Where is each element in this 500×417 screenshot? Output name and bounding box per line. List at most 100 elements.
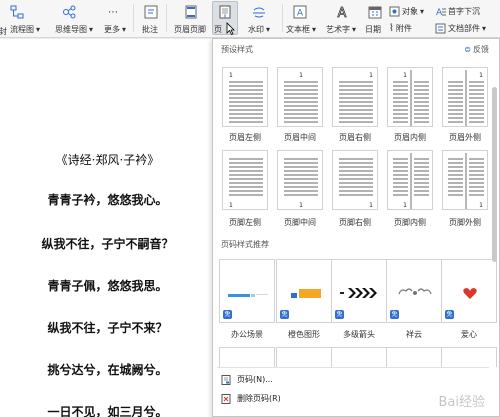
preset-header-outer[interactable]: 1 xyxy=(442,67,488,127)
chevron-down-icon: ▾ xyxy=(420,7,425,16)
cut-button[interactable]: 封 xyxy=(0,2,10,37)
preset-footer-inner[interactable]: 1 xyxy=(387,150,433,210)
preset-header-right[interactable]: 1 xyxy=(332,67,378,127)
style-more[interactable] xyxy=(331,347,387,367)
calendar-icon xyxy=(368,6,382,19)
chevron-down-icon: ▾ xyxy=(122,25,127,34)
chevron-down-icon: ▾ xyxy=(352,25,357,34)
page-number-marker: 1 xyxy=(479,202,483,209)
date-button[interactable] xyxy=(368,5,382,19)
free-badge: 免 xyxy=(335,310,344,319)
header-center-thumbnail: 1 xyxy=(284,72,318,123)
svg-text:A: A xyxy=(338,6,347,19)
style-more[interactable] xyxy=(276,347,332,367)
header-footer-button[interactable] xyxy=(184,5,198,19)
free-badge: 免 xyxy=(280,310,289,319)
page-number-marker: 1 xyxy=(369,202,373,209)
page-number-menu-item[interactable]: 页码(N)... xyxy=(221,374,273,385)
preset-header-inner[interactable]: 1 xyxy=(387,67,433,127)
delete-page-number-icon xyxy=(221,393,231,404)
preset-header-center[interactable]: 1 xyxy=(277,67,323,127)
comment-label: 批注 xyxy=(142,25,158,34)
style-label: 办公场景 xyxy=(231,330,263,339)
docparts-icon xyxy=(435,23,446,34)
comment-button[interactable] xyxy=(144,5,158,19)
scrollbar[interactable] xyxy=(492,87,497,262)
paperclip-icon: ⌇ xyxy=(389,23,394,34)
flowchart-icon xyxy=(10,5,24,19)
page-number-icon: # xyxy=(219,5,231,19)
watermark-label: 水印 xyxy=(248,25,264,34)
style-auspicious-cloud[interactable]: 免 xyxy=(386,259,442,323)
dropcap-icon: A xyxy=(436,8,446,17)
attachment-label: 附件 xyxy=(395,24,412,33)
watermark-button[interactable] xyxy=(252,5,266,19)
page-number-marker: 1 xyxy=(403,72,407,79)
page-number-marker: 1 xyxy=(229,202,233,209)
flowchart-button[interactable] xyxy=(10,5,24,19)
date-label: 日期 xyxy=(365,25,381,34)
free-badge: 免 xyxy=(445,310,454,319)
preset-footer-outer[interactable]: 1 xyxy=(442,150,488,210)
chevron-down-icon: ▾ xyxy=(482,24,487,33)
flowchart-label: 流程图 xyxy=(10,25,34,34)
cut-icon xyxy=(0,2,10,16)
poem-verse: 一日不见，如三月兮。 xyxy=(47,405,168,417)
style-label: 爱心 xyxy=(461,330,477,339)
textbox-button[interactable]: A xyxy=(293,5,307,19)
object-button[interactable]: 对象 ▾ xyxy=(389,6,424,17)
style-label: 祥云 xyxy=(406,330,422,339)
free-badge: 免 xyxy=(390,310,399,319)
feedback-link[interactable]: ⊜ 反馈 xyxy=(464,44,489,55)
more-button[interactable]: 更多 ▾ xyxy=(104,24,126,35)
object-icon xyxy=(389,6,400,17)
style-office-scene[interactable]: 免 xyxy=(219,259,275,323)
poem-verse: 挑兮达兮，在城阙兮。 xyxy=(47,363,168,377)
page-number-dropdown: 预设样式 ⊜ 反馈 1 1 1 1 1 页眉左侧 页眉中间 页眉右侧 页眉内侧 … xyxy=(212,38,500,417)
style-label: 橙色图形 xyxy=(288,330,320,339)
footer-center-thumbnail: 1 xyxy=(284,158,318,209)
style-more[interactable] xyxy=(386,347,442,367)
wordart-button[interactable]: A xyxy=(335,5,349,19)
preset-header-left[interactable]: 1 xyxy=(222,67,268,127)
poem-verse: 青青子佩，悠悠我思。 xyxy=(47,279,168,293)
footer-inner-thumbnail: 1 xyxy=(393,153,429,209)
wordart-icon: A xyxy=(337,6,347,19)
poem-title: 《诗经·郑风·子衿》 xyxy=(55,153,160,167)
style-more[interactable] xyxy=(219,347,275,367)
chevron-down-icon: ▾ xyxy=(312,25,317,34)
more-label: 更多 xyxy=(104,25,120,34)
style-heart[interactable]: 免 xyxy=(441,259,497,323)
feedback-icon: ⊜ xyxy=(464,45,471,54)
style-more[interactable] xyxy=(441,347,497,367)
textbox-icon: A xyxy=(293,5,307,19)
watermark-logo: Bai经验 xyxy=(438,395,486,410)
dropcap-button[interactable]: A 首字下沉 xyxy=(435,6,480,17)
attachment-button[interactable]: ⌇ 附件 xyxy=(389,23,412,34)
preset-footer-center[interactable]: 1 xyxy=(277,150,323,210)
recommend-section-title: 页码样式推荐 xyxy=(221,240,269,249)
docparts-label: 文档部件 xyxy=(448,24,480,33)
header-left-thumbnail: 1 xyxy=(229,72,263,123)
textbox-label: 文本框 xyxy=(286,25,310,34)
mindmap-button[interactable] xyxy=(62,5,76,19)
style-orange-shape[interactable]: 免 xyxy=(276,259,332,323)
watermark-icon xyxy=(253,7,265,18)
header-outer-thumbnail: 1 xyxy=(448,70,484,126)
preset-label: 页脚中间 xyxy=(284,218,316,227)
style-multilevel-arrows[interactable]: 免 xyxy=(331,259,387,323)
preset-label: 页眉中间 xyxy=(284,133,316,142)
preset-footer-right[interactable]: 1 xyxy=(332,150,378,210)
page-number-marker: 1 xyxy=(299,202,303,209)
preset-footer-left[interactable]: 1 xyxy=(222,150,268,210)
preset-label: 页眉右侧 xyxy=(339,133,371,142)
feedback-label: 反馈 xyxy=(473,45,489,54)
document-page[interactable]: 《诗经·郑风·子衿》 青青子衿，悠悠我心。 纵我不往，子宁不嗣音？ 青青子佩，悠… xyxy=(0,39,215,417)
docparts-button[interactable]: 文档部件 ▾ xyxy=(435,23,486,34)
page-number-marker: 1 xyxy=(479,72,483,79)
footer-left-thumbnail: 1 xyxy=(229,158,263,209)
delete-page-number-menu-item[interactable]: 删除页码(R) xyxy=(221,393,281,404)
delete-page-number-menu-label: 删除页码(R) xyxy=(237,394,281,403)
preset-label: 页脚外侧 xyxy=(449,218,481,227)
page-number-menu-label: 页码(N)... xyxy=(237,375,273,384)
